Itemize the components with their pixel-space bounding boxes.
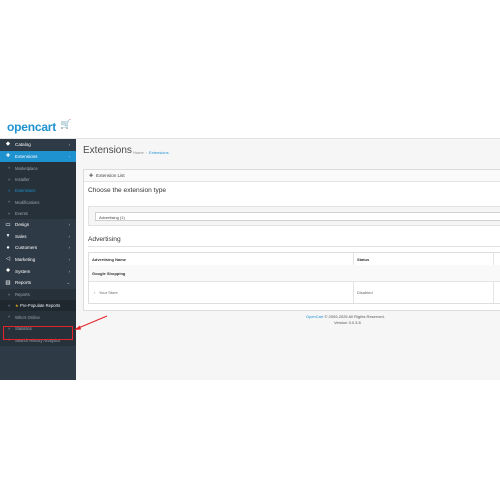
screenshot-frame: opencart 🛒 ◆ Catalog › ✚ Extensions › » … [0, 116, 500, 380]
annotation-arrow-icon [74, 315, 108, 330]
